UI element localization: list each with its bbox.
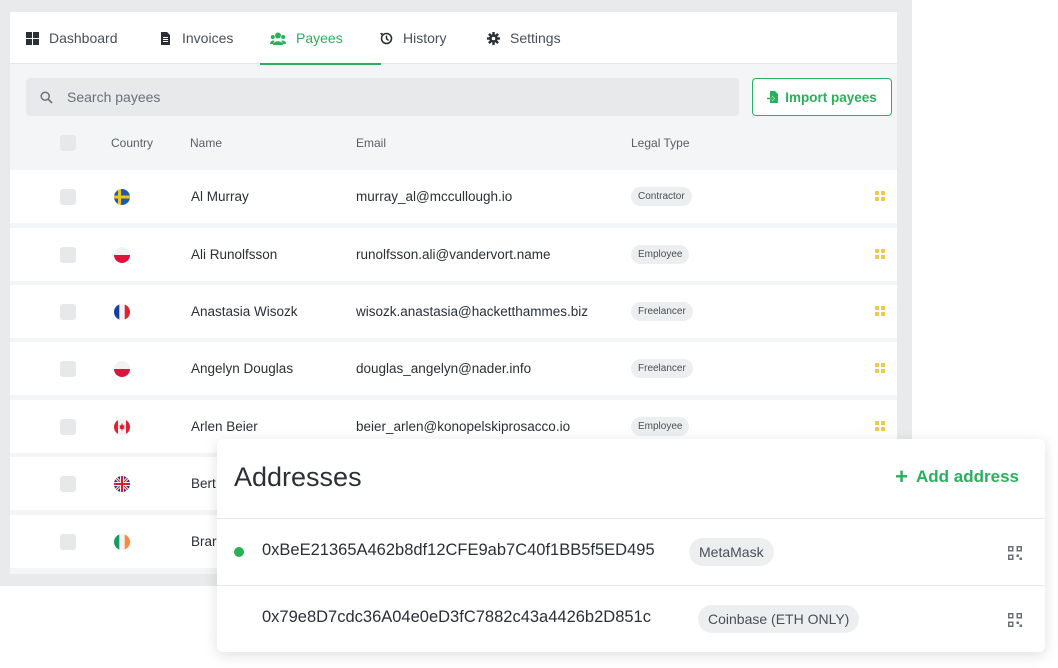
- import-icon: [767, 91, 779, 103]
- qr-code-icon[interactable]: [1008, 546, 1022, 560]
- flag-united-kingdom-icon: [114, 476, 130, 492]
- payee-email: wisozk.anastasia@hacketthammes.biz: [356, 304, 589, 319]
- tab-settings-label: Settings: [510, 30, 561, 46]
- qr-code-icon[interactable]: [875, 249, 885, 259]
- legal-type-badge: Contractor: [631, 187, 692, 206]
- row-checkbox[interactable]: [60, 304, 76, 320]
- invoice-icon: [161, 31, 170, 45]
- qr-code-icon[interactable]: [1008, 613, 1022, 627]
- payee-name: Angelyn Douglas: [191, 361, 294, 376]
- search-icon: [40, 90, 53, 104]
- row-checkbox[interactable]: [60, 419, 76, 435]
- row-checkbox[interactable]: [60, 534, 76, 550]
- plus-icon: +: [895, 464, 909, 489]
- row-checkbox[interactable]: [60, 247, 76, 263]
- table-row[interactable]: Anastasia Wisozk wisozk.anastasia@hacket…: [10, 285, 897, 338]
- flag-sweden-icon: [114, 189, 130, 205]
- address-row[interactable]: 0xBeE21365A462b8df12CFE9ab7C40f1BB5f5ED4…: [217, 518, 1045, 586]
- wallet-badge: Coinbase (ETH ONLY): [698, 605, 860, 633]
- legal-type-badge: Freelancer: [631, 302, 693, 321]
- add-address-label: Add address: [916, 467, 1019, 486]
- legal-type-badge: Employee: [631, 245, 690, 264]
- row-checkbox[interactable]: [60, 476, 76, 492]
- users-icon: [270, 32, 286, 45]
- flag-poland-icon: [114, 247, 130, 263]
- history-icon: [380, 32, 393, 44]
- row-checkbox[interactable]: [60, 361, 76, 377]
- payee-email: murray_al@mccullough.io: [356, 189, 513, 204]
- flag-canada-icon: [114, 419, 130, 435]
- tab-history[interactable]: History: [380, 12, 447, 64]
- flag-france-icon: [114, 304, 130, 320]
- payee-name: Anastasia Wisozk: [191, 304, 298, 319]
- row-checkbox[interactable]: [60, 189, 76, 205]
- tab-payees[interactable]: Payees: [260, 12, 381, 65]
- search-bar: [26, 78, 739, 116]
- search-input[interactable]: [67, 89, 667, 105]
- flag-poland-icon: [114, 361, 130, 377]
- payee-name: Brar: [191, 534, 217, 549]
- addresses-title: Addresses: [234, 462, 362, 492]
- qr-code-icon[interactable]: [875, 306, 885, 316]
- column-legal-type: Legal Type: [631, 136, 690, 150]
- qr-code-icon[interactable]: [875, 363, 885, 373]
- addresses-panel: Addresses + Add address 0xBeE21365A462b8…: [217, 439, 1045, 652]
- table-header: Country Name Email Legal Type: [10, 130, 897, 156]
- payee-name: Ali Runolfsson: [191, 247, 278, 262]
- wallet-address: 0xBeE21365A462b8df12CFE9ab7C40f1BB5f5ED4…: [262, 541, 655, 559]
- payee-email: runolfsson.ali@vandervort.name: [356, 247, 551, 262]
- gear-icon: [487, 31, 500, 45]
- flag-ireland-icon: [114, 534, 130, 550]
- tab-payees-label: Payees: [296, 30, 343, 46]
- table-row[interactable]: Al Murray murray_al@mccullough.io Contra…: [10, 170, 897, 223]
- active-status-dot: [234, 547, 244, 557]
- legal-type-badge: Employee: [631, 417, 690, 436]
- payee-name: Bert: [191, 476, 216, 491]
- tab-bar: Dashboard Invoices Payees History Settin…: [10, 12, 897, 65]
- tab-settings[interactable]: Settings: [487, 12, 561, 64]
- tab-dashboard-label: Dashboard: [49, 30, 118, 46]
- tab-invoices-label: Invoices: [182, 30, 234, 46]
- column-country: Country: [111, 136, 154, 150]
- qr-code-icon[interactable]: [875, 191, 885, 201]
- add-address-button[interactable]: + Add address: [895, 464, 1019, 489]
- qr-code-icon[interactable]: [875, 421, 885, 431]
- import-payees-label: Import payees: [785, 89, 877, 105]
- column-name: Name: [190, 136, 223, 150]
- table-row[interactable]: Angelyn Douglas douglas_angelyn@nader.in…: [10, 342, 897, 395]
- dashboard-icon: [26, 31, 39, 45]
- wallet-badge: MetaMask: [689, 538, 774, 566]
- import-payees-button[interactable]: Import payees: [752, 78, 892, 116]
- address-row[interactable]: 0x79e8D7cdc36A04e0eD3fC7882c43a4426b2D85…: [217, 586, 1045, 654]
- payee-email: beier_arlen@konopelskiprosacco.io: [356, 419, 571, 434]
- tab-history-label: History: [403, 30, 447, 46]
- wallet-address: 0x79e8D7cdc36A04e0eD3fC7882c43a4426b2D85…: [262, 608, 651, 626]
- select-all-checkbox[interactable]: [60, 135, 76, 151]
- legal-type-badge: Freelancer: [631, 359, 693, 378]
- payee-email: douglas_angelyn@nader.info: [356, 361, 532, 376]
- tab-dashboard[interactable]: Dashboard: [26, 12, 118, 64]
- payee-name: Arlen Beier: [191, 419, 258, 434]
- column-email: Email: [356, 136, 387, 150]
- tab-invoices[interactable]: Invoices: [159, 12, 233, 64]
- table-row[interactable]: Ali Runolfsson runolfsson.ali@vandervort…: [10, 228, 897, 281]
- payee-name: Al Murray: [191, 189, 249, 204]
